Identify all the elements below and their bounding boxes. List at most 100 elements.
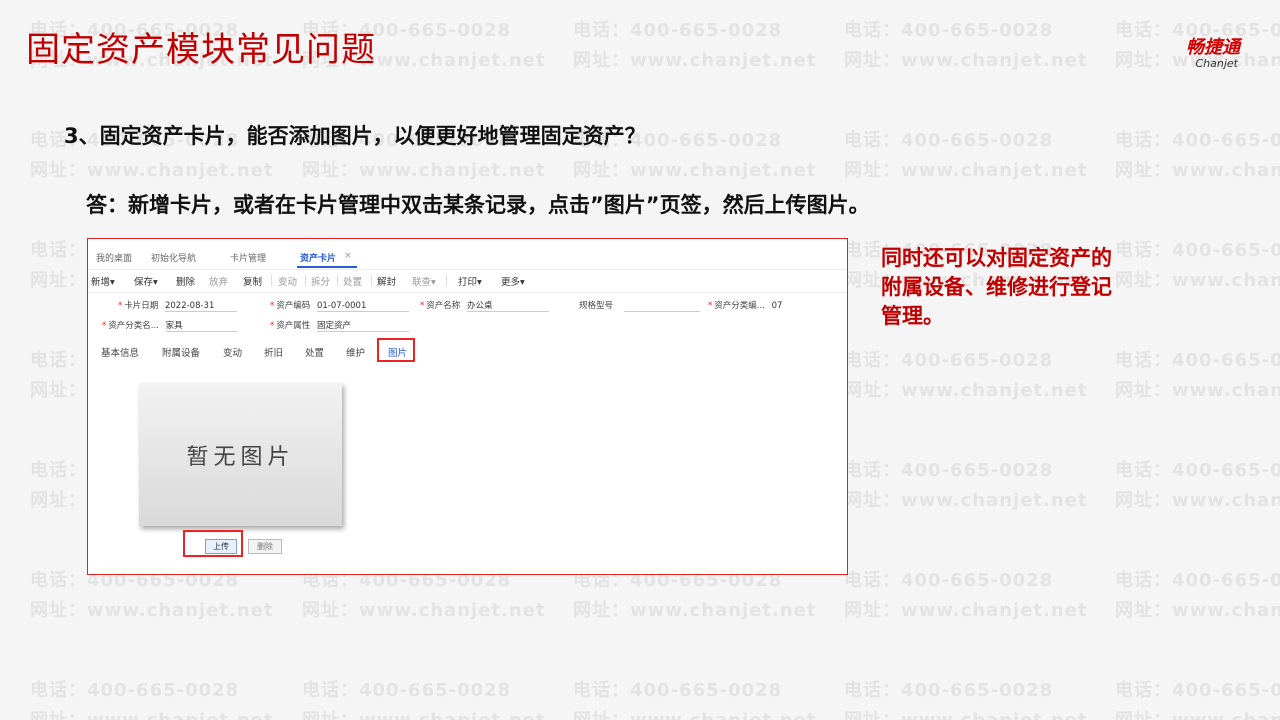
asset-name-input[interactable]: 办公桌 [466,299,549,312]
side-note: 同时还可以对固定资产的附属设备、维修进行登记管理。 [881,246,1112,328]
discard-button[interactable]: 放弃 [209,274,228,288]
watermark: 电话：400-665-0028网址：www.chanjet.net [30,676,273,720]
watermark-phone: 电话：400-665-0028 [1115,240,1280,261]
toolbar-divider [305,275,306,286]
add-button[interactable]: 新增▾ [91,274,115,288]
tab-asset-card[interactable]: 资产卡片 [300,251,336,264]
subtab-change[interactable]: 变动 [223,345,242,359]
watermark-phone: 电话：400-665-0028 [30,680,240,701]
query-label: 联查 [412,277,432,288]
toolbar-divider [446,275,447,286]
tab-card-management[interactable]: 卡片管理 [230,251,266,264]
watermark: 电话：400-665-0028网址：www.chanjet.net [573,676,816,720]
category-code-input[interactable]: 07 [772,301,830,311]
watermark: 电话：400-665-0028网址：www.chanjet.net [844,566,1087,626]
watermark-site: 网址：www.chanjet.net [573,706,816,720]
tab-my-desktop[interactable]: 我的桌面 [96,251,132,264]
watermark-site: 网址：www.chanjet.net [1115,600,1280,621]
watermark-site: 网址：www.chanjet.net [844,600,1088,621]
card-date-label: 卡片日期 [124,301,159,311]
subtab-depreciation[interactable]: 折旧 [264,345,283,359]
delete-image-button[interactable]: 删除 [248,539,282,554]
change-button[interactable]: 变动 [278,274,297,288]
chevron-down-icon: ▾ [110,277,115,288]
watermark-phone: 电话：400-665-0028 [844,130,1054,151]
watermark: 电话：400-665-0028网址：www.chanjet.net [844,126,1087,186]
save-button[interactable]: 保存▾ [134,274,158,288]
watermark: 电话：400-665-0028 网址：www.chanjet.net [1115,126,1280,186]
watermark-phone: 电话：400-665-0028 [1115,130,1280,151]
tab-init-nav[interactable]: 初始化导航 [151,251,196,264]
answer-text: 答：新增卡片，或者在卡片管理中双击某条记录，点击”图片”页签，然后上传图片。 [86,193,870,217]
chevron-down-icon: ▾ [477,277,482,288]
category-name-label: 资产分类名... [108,321,159,331]
logo-chinese-text: 畅捷通 [1186,37,1240,58]
watermark-site: 网址：www.chanjet.net [30,160,274,181]
watermark-phone: 电话：400-665-0028 [302,680,512,701]
subtab-dispose[interactable]: 处置 [305,345,324,359]
watermark-site: 网址：www.chanjet.net [844,50,1088,71]
asset-attribute-field: * 资产属性 固定资产 [270,319,409,332]
watermark-site: 网址：www.chanjet.net [302,706,545,720]
delete-toolbar-button[interactable]: 删除 [176,274,195,288]
watermark-site: 网址：www.chanjet.net [573,50,817,71]
watermark-site: 网址：www.chanjet.net [302,600,546,621]
watermark: 电话：400-665-0028 网址：www.chanjet.net [1115,566,1280,626]
subtab-basic-info[interactable]: 基本信息 [101,345,139,359]
watermark-site: 网址：www.chanjet.net [844,706,1087,720]
spec-field: 规格型号 [579,299,700,312]
watermark-phone: 电话：400-665-0028 [573,20,783,41]
chevron-down-icon: ▾ [431,277,436,288]
category-name-input[interactable]: 家具 [165,319,238,332]
watermark-phone: 电话：400-665-0028 [1115,570,1280,591]
watermark: 电话：400-665-0028网址：www.chanjet.net [302,566,545,626]
watermark: 电话：400-665-0028 网址：www.chanjet.net [844,16,1087,76]
asset-code-field: * 资产编码 01-07-0001 [270,299,409,312]
asset-attribute-input[interactable]: 固定资产 [316,319,409,332]
watermark-site: 网址：www.chanjet.net [1115,270,1280,291]
split-button[interactable]: 拆分 [311,274,330,288]
watermark: 电话：400-665-0028网址：www.chanjet.net [844,456,1087,516]
spec-input[interactable] [623,301,700,312]
save-label: 保存 [134,277,154,288]
watermark: 电话：400-665-0028 网址：www.chanjet.net [302,676,545,720]
unlock-button[interactable]: 解封 [377,274,396,288]
app-tab-bar: 我的桌面 初始化导航 卡片管理 资产卡片 × [88,239,847,268]
close-icon[interactable]: × [344,251,352,261]
asset-code-input[interactable]: 01-07-0001 [316,301,409,312]
query-button[interactable]: 联查▾ [412,274,436,288]
asset-card-screenshot: 我的桌面 初始化导航 卡片管理 资产卡片 × 新增▾ 保存▾ 删除 放弃 复制 … [87,238,848,575]
active-tab-indicator [297,266,357,268]
watermark-site: 网址：www.chanjet.net [1115,160,1280,181]
more-button[interactable]: 更多▾ [501,274,525,288]
watermark: 电话：400-665-0028网址：www.chanjet.net [30,566,273,626]
chevron-down-icon: ▾ [153,277,158,288]
watermark-site: 网址：www.chanjet.net [1115,706,1280,720]
chanjet-logo: 畅捷通 Chanjet [1186,38,1240,70]
card-date-input[interactable]: 2022-08-31 [164,301,237,312]
watermark-site: 网址：www.chanjet.net [302,160,546,181]
toolbar: 新增▾ 保存▾ 删除 放弃 复制 变动 拆分 处置 解封 联查▾ 打印▾ 更多▾ [88,269,847,293]
subtab-maintenance[interactable]: 维护 [346,345,365,359]
watermark-site: 网址：www.chanjet.net [844,380,1088,401]
watermark: 电话：400-665-0028网址：www.chanjet.net [844,346,1087,406]
watermark-phone: 电话：400-665-0028 [1115,680,1280,701]
watermark: 电话：400-665-0028网址：www.chanjet.net [1115,456,1280,516]
category-code-field: * 资产分类编... 07 [708,299,830,311]
dispose-button[interactable]: 处置 [343,274,362,288]
no-image-text: 暂无图片 [186,444,295,470]
spec-label: 规格型号 [579,301,614,311]
toolbar-divider [371,275,372,286]
subtab-attached-equipment[interactable]: 附属设备 [162,345,200,359]
watermark: 电话：400-665-0028 网址：www.chanjet.net [1115,676,1280,720]
watermark-site: 网址：www.chanjet.net [30,600,274,621]
print-button[interactable]: 打印▾ [458,274,482,288]
watermark: 电话：400-665-0028 网址：www.chanjet.net [573,16,816,76]
watermark-site: 网址：www.chanjet.net [573,160,817,181]
watermark-phone: 电话：400-665-0028 [844,20,1054,41]
upload-button[interactable]: 上传 [205,539,237,554]
picture-tab-highlight [377,338,415,362]
watermark: 电话：400-665-0028网址：www.chanjet.net [1115,346,1280,406]
copy-button[interactable]: 复制 [243,274,262,288]
watermark-site: 网址：www.chanjet.net [573,600,817,621]
